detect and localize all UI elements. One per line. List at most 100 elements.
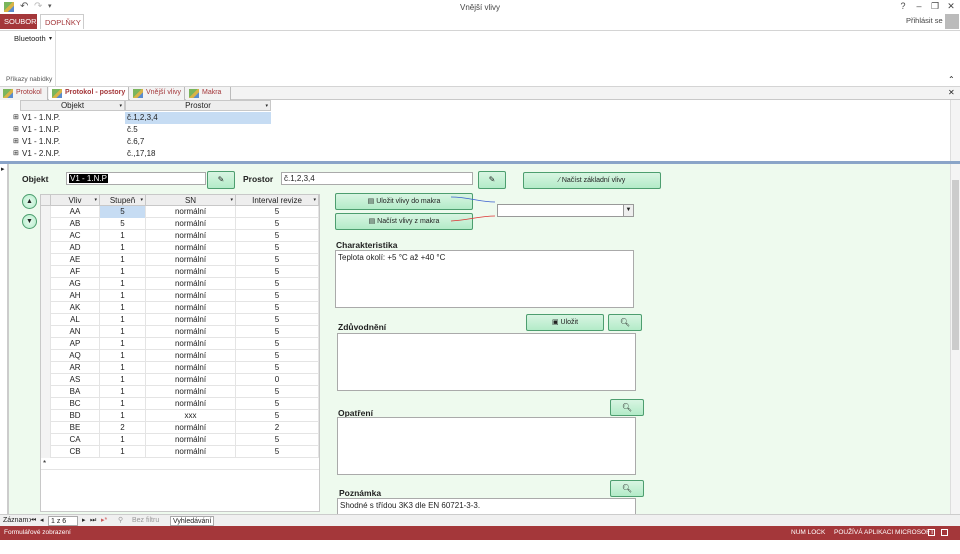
table-cell[interactable]: BD (51, 410, 100, 422)
zoom-opatreni-button[interactable]: 🔍︎ (610, 399, 644, 416)
row-selector[interactable] (41, 374, 51, 386)
table-cell[interactable]: normální (146, 362, 236, 374)
table-cell[interactable]: 1 (100, 242, 146, 254)
form-view-icon[interactable] (928, 529, 935, 536)
expand-icon[interactable]: ⊞ (13, 148, 19, 160)
table-cell[interactable]: 1 (100, 410, 146, 422)
collapse-ribbon-icon[interactable]: ⌃ (948, 75, 955, 84)
table-row[interactable]: AG 1 normální 5 (41, 278, 319, 290)
table-row[interactable]: CB 1 normální 5 (41, 446, 319, 458)
table-cell[interactable]: normální (146, 314, 236, 326)
table-row[interactable]: BA 1 normální 5 (41, 386, 319, 398)
table-cell[interactable]: 1 (100, 290, 146, 302)
table-cell[interactable]: AD (51, 242, 100, 254)
table-cell[interactable]: AB (51, 218, 100, 230)
table-cell[interactable]: 0 (236, 374, 319, 386)
table-row[interactable]: AE 1 normální 5 (41, 254, 319, 266)
column-header-vliv[interactable]: Vliv ▾ (51, 195, 100, 206)
row-selector[interactable] (41, 254, 51, 266)
table-cell[interactable]: normální (146, 254, 236, 266)
row-selector[interactable] (41, 422, 51, 434)
table-cell[interactable]: normální (146, 218, 236, 230)
column-header-prostor[interactable]: Prostor ▾ (125, 100, 271, 111)
table-row[interactable]: AF 1 normální 5 (41, 266, 319, 278)
zoom-poznamka-button[interactable]: 🔍︎ (610, 480, 644, 497)
table-cell[interactable]: AC (51, 230, 100, 242)
table-cell[interactable]: BE (51, 422, 100, 434)
table-cell[interactable]: normální (146, 290, 236, 302)
table-cell[interactable]: normální (146, 398, 236, 410)
table-cell[interactable]: AN (51, 326, 100, 338)
table-cell[interactable]: 2 (100, 422, 146, 434)
table-cell[interactable]: 5 (236, 446, 319, 458)
bluetooth-menu[interactable]: Bluetooth (14, 34, 46, 43)
table-cell[interactable]: 1 (100, 278, 146, 290)
table-row[interactable]: CA 1 normální 5 (41, 434, 319, 446)
table-cell[interactable]: normální (146, 422, 236, 434)
row-selector[interactable] (41, 242, 51, 254)
filter-arrow-icon[interactable]: ▾ (313, 195, 316, 206)
tab-soubor[interactable]: SOUBOR (0, 14, 37, 29)
table-row[interactable]: AQ 1 normální 5 (41, 350, 319, 362)
row-selector[interactable] (41, 446, 51, 458)
restore-icon[interactable]: ❐ (928, 1, 942, 13)
table-cell[interactable]: 5 (236, 218, 319, 230)
row-selector[interactable] (41, 410, 51, 422)
record-position-input[interactable]: 1 z 6 (48, 516, 78, 526)
row-selector[interactable] (41, 398, 51, 410)
table-cell[interactable]: 5 (236, 290, 319, 302)
table-cell[interactable]: 5 (236, 326, 319, 338)
help-button[interactable]: ? (896, 1, 910, 13)
zoom-zduvodneni-button[interactable]: 🔍︎ (608, 314, 642, 331)
avatar[interactable] (945, 14, 959, 29)
row-selector[interactable] (41, 350, 51, 362)
table-cell[interactable]: normální (146, 446, 236, 458)
table-cell[interactable]: 5 (236, 398, 319, 410)
table-cell[interactable]: AQ (51, 350, 100, 362)
filter-arrow-icon[interactable]: ▾ (265, 101, 268, 111)
row-selector[interactable] (41, 218, 51, 230)
table-row[interactable]: AL 1 normální 5 (41, 314, 319, 326)
table-cell[interactable]: 5 (236, 302, 319, 314)
close-icon[interactable]: ✕ (944, 1, 958, 13)
poznamka-field[interactable]: Shodné s třídou 3K3 dle EN 60721-3-3. (337, 498, 636, 514)
filter-arrow-icon[interactable]: ▾ (140, 195, 143, 206)
table-cell[interactable]: AL (51, 314, 100, 326)
table-cell[interactable]: 5 (236, 350, 319, 362)
table-cell[interactable]: CA (51, 434, 100, 446)
top-scrollbar[interactable] (950, 100, 960, 161)
table-row[interactable]: AA 5 normální 5 (41, 206, 319, 218)
objekt-field[interactable]: V1 - 1.N.P (66, 172, 206, 185)
table-cell[interactable]: 1 (100, 326, 146, 338)
table-cell[interactable]: 1 (100, 398, 146, 410)
table-cell[interactable]: 5 (236, 434, 319, 446)
row-selector[interactable] (41, 386, 51, 398)
table-cell[interactable]: 1 (100, 446, 146, 458)
row-selector[interactable] (41, 230, 51, 242)
table-cell[interactable]: BA (51, 386, 100, 398)
table-cell[interactable]: 1 (100, 350, 146, 362)
expand-icon[interactable]: ⊞ (13, 136, 19, 148)
edit-objekt-button[interactable]: ✎ (207, 171, 235, 189)
row-selector[interactable] (41, 290, 51, 302)
row-selector-header[interactable] (41, 195, 51, 206)
table-cell[interactable]: 5 (236, 230, 319, 242)
table-cell[interactable]: 5 (236, 410, 319, 422)
table-row[interactable]: AB 5 normální 5 (41, 218, 319, 230)
column-header-stupen[interactable]: Stupeň ▾ (100, 195, 146, 206)
minimize-icon[interactable]: – (912, 1, 926, 13)
macro-select[interactable]: ▼ (497, 204, 634, 217)
table-cell[interactable]: 1 (100, 254, 146, 266)
tab-protokol-postory[interactable]: Protokol - postory (49, 87, 129, 100)
expand-icon[interactable]: ⊞ (13, 124, 19, 136)
row-selector[interactable] (41, 434, 51, 446)
table-cell[interactable]: 5 (236, 242, 319, 254)
table-cell[interactable]: AP (51, 338, 100, 350)
table-cell[interactable]: AK (51, 302, 100, 314)
table-cell[interactable]: normální (146, 302, 236, 314)
table-cell[interactable]: normální (146, 242, 236, 254)
table-cell[interactable]: AR (51, 362, 100, 374)
table-cell[interactable]: 5 (236, 362, 319, 374)
table-cell[interactable]: 5 (236, 254, 319, 266)
table-cell[interactable]: 1 (100, 266, 146, 278)
